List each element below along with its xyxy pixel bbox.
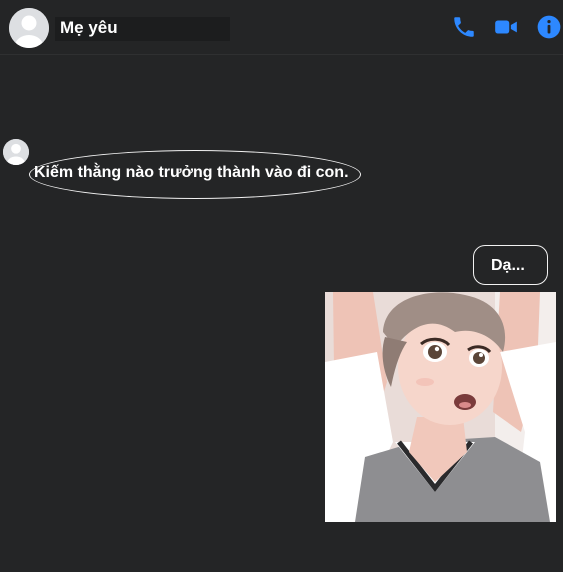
sender-avatar (3, 139, 29, 165)
default-avatar-icon (9, 8, 49, 48)
phone-icon[interactable] (451, 14, 477, 40)
default-avatar-icon (3, 139, 29, 165)
chat-header: Mẹ yêu (0, 0, 563, 55)
anime-boy-photo[interactable] (325, 292, 556, 522)
chat-footer-area (0, 522, 563, 572)
contact-name[interactable]: Mẹ yêu (60, 17, 118, 39)
incoming-message-bubble[interactable]: Kiếm thằng nào trưởng thành vào đi con. (29, 150, 361, 199)
info-icon[interactable] (536, 14, 562, 40)
outgoing-message-bubble[interactable]: Dạ... (473, 245, 548, 285)
contact-avatar[interactable] (9, 8, 49, 48)
video-icon[interactable] (493, 14, 519, 40)
